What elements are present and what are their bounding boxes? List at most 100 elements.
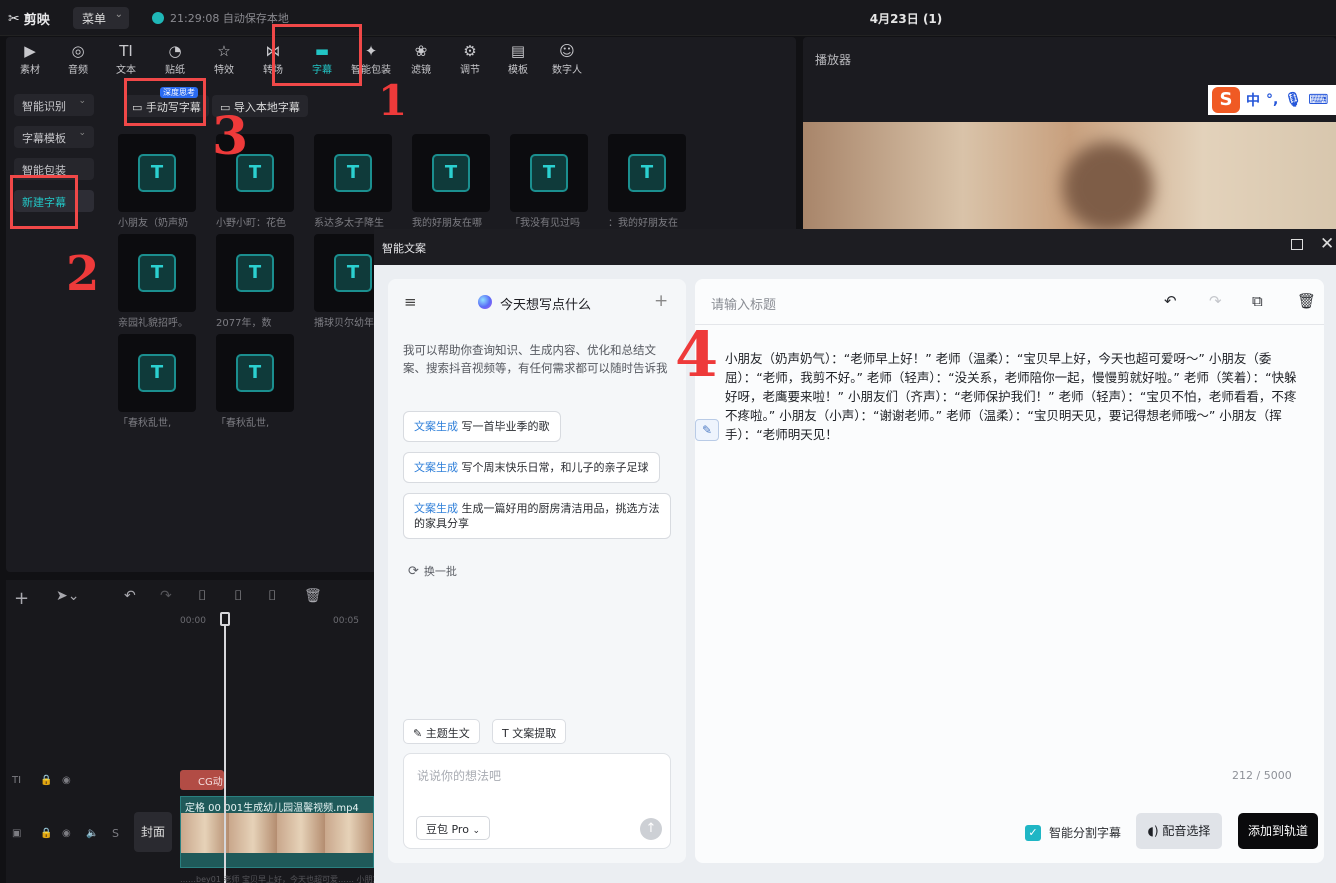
title-input[interactable]: 请输入标题 ↶ ↷ ⧉ 🗑 — [695, 279, 1324, 325]
copy-extract-button[interactable]: T 文案提取 — [492, 719, 567, 744]
subtitle-card[interactable]: T — [118, 334, 196, 412]
volume-icon[interactable]: 🔈 — [86, 828, 98, 839]
suggestion-chip[interactable]: 文案生成 写个周末快乐日常，和儿子的亲子足球 — [403, 452, 660, 483]
model-select[interactable]: 豆包 Pro ⌄ — [416, 816, 490, 840]
subtitle-card[interactable]: T — [118, 234, 196, 312]
sogou-logo-icon[interactable]: S — [1212, 87, 1240, 113]
subtitle-card[interactable]: T — [510, 134, 588, 212]
sticker-icon: ◔ — [168, 42, 182, 60]
playhead[interactable] — [220, 612, 230, 883]
ime-punct-toggle[interactable]: °, — [1266, 92, 1278, 108]
text-clip[interactable]: CG动 — [180, 770, 224, 790]
subtitle-card-caption: 亲园礼貌招呼。 — [118, 318, 188, 329]
tab-label: 贴纸 — [165, 65, 185, 76]
tab-audio[interactable]: ◎ 音频 — [56, 41, 100, 76]
subtitle-card[interactable]: T — [216, 234, 294, 312]
ime-mode-toggle[interactable]: 中 — [1246, 90, 1260, 110]
delete-icon[interactable]: 🗑 — [304, 588, 322, 604]
theme-generate-button[interactable]: ✎ 主题生文 — [403, 719, 480, 744]
copy-body-text[interactable]: 小朋友（奶声奶气）：“老师早上好！” 老师（温柔）：“宝贝早上好，今天也超可爱呀… — [725, 349, 1305, 444]
video-clip[interactable]: 定格 00 001生成幼儿园温馨视频.mp4 — [180, 796, 374, 868]
annotation-box-subtitle-tab — [272, 24, 362, 86]
playhead-handle[interactable] — [220, 612, 230, 626]
tab-sticker[interactable]: ◔ 贴纸 — [153, 41, 197, 76]
tab-digital-human[interactable]: ☺ 数字人 — [545, 41, 589, 76]
chat-input-box[interactable]: 说说你的想法吧 豆包 Pro ⌄ ↑ — [403, 753, 671, 849]
subtitle-card[interactable]: T — [412, 134, 490, 212]
char-counter: 212 / 5000 — [1232, 769, 1292, 782]
add-track-icon[interactable]: + — [14, 588, 29, 609]
tab-label: 素材 — [20, 65, 40, 76]
tab-adjust[interactable]: ⚙ 调节 — [448, 41, 492, 76]
copy-icon[interactable]: ⧉ — [1252, 292, 1263, 310]
add-to-track-button[interactable]: 添加到轨道 — [1238, 813, 1318, 849]
subtitle-card[interactable]: T — [314, 134, 392, 212]
tab-label: 调节 — [460, 65, 480, 76]
select-tool-icon[interactable]: ➤⌄ — [56, 588, 79, 604]
theme-generate-label: 主题生文 — [425, 727, 470, 740]
voice-icon: ◖) — [1147, 824, 1159, 838]
undo-icon[interactable]: ↶ — [1164, 292, 1177, 310]
refresh-suggestions-button[interactable]: ⟳ 换一批 — [408, 563, 457, 579]
checkbox-checked-icon[interactable]: ✓ — [1025, 824, 1041, 841]
track-s-label[interactable]: S — [112, 827, 119, 840]
voice-select-button[interactable]: ◖) 配音选择 — [1136, 813, 1222, 849]
new-chat-icon[interactable]: + — [654, 291, 668, 311]
maximize-icon[interactable] — [1291, 239, 1303, 250]
eye-icon[interactable]: ◉ — [62, 775, 71, 786]
text-t-icon: T — [432, 154, 470, 192]
refresh-icon: ⟳ — [408, 563, 419, 579]
sidenav-item[interactable]: 智能识别 ⌄ — [14, 94, 94, 116]
text-t-icon: T — [138, 354, 176, 392]
subtitle-card-caption: 「我没有见过吗 — [510, 218, 580, 229]
text-t-icon: T — [530, 154, 568, 192]
tab-effects[interactable]: ☆ 特效 — [202, 41, 246, 76]
annotation-number-4: 4 — [675, 318, 719, 391]
keyboard-icon[interactable]: ⌨ — [1308, 92, 1328, 108]
title-placeholder[interactable]: 请输入标题 — [711, 294, 776, 313]
trash-icon[interactable]: 🗑 — [1297, 292, 1316, 310]
ai-rewrite-icon[interactable]: ✎ — [695, 419, 719, 441]
ime-toolbar[interactable]: S 中 °, 🎙 ⌨ — [1208, 85, 1336, 115]
video-track-icon: ▣ — [12, 828, 22, 839]
suggestion-chip[interactable]: 文案生成 生成一篇好用的厨房清洁用品，挑选方法的家具分享 — [403, 493, 671, 539]
mic-icon[interactable]: 🎙 — [1284, 92, 1302, 108]
tab-label: 文本 — [116, 65, 136, 76]
timeline-ruler[interactable]: 00:00 00:05 — [180, 616, 359, 626]
split-icon[interactable]: ⌷ — [198, 588, 206, 604]
lock-icon[interactable]: 🔒 — [40, 775, 52, 786]
undo-icon[interactable]: ↶ — [124, 588, 136, 604]
menu-icon[interactable]: ≡ — [404, 293, 417, 311]
tab-media[interactable]: ▶ 素材 — [8, 41, 52, 76]
text-t-icon: T — [334, 154, 372, 192]
annotation-number-2: 2 — [66, 246, 100, 302]
cover-button[interactable]: 封面 — [134, 812, 172, 852]
send-icon[interactable]: ↑ — [640, 818, 662, 840]
text-track-icon: TI — [12, 775, 22, 786]
smart-split-checkbox[interactable]: ✓ 智能分割字幕 — [1025, 824, 1121, 841]
suggestion-chip[interactable]: 文案生成 写一首毕业季的歌 — [403, 411, 561, 442]
subtitle-card[interactable]: T — [608, 134, 686, 212]
adjust-icon: ⚙ — [463, 42, 477, 60]
subtitle-card-caption: 「春秋乱世, — [118, 418, 172, 429]
subtitle-card[interactable]: T — [216, 334, 294, 412]
eye-icon[interactable]: ◉ — [62, 828, 71, 839]
chevron-down-icon: ⌄ — [78, 96, 86, 106]
subtitle-card-caption: 2077年，数 — [216, 318, 272, 329]
text-t-icon: T — [502, 727, 509, 740]
split-left-icon[interactable]: ⌷ — [234, 588, 242, 604]
text-t-icon: T — [138, 154, 176, 192]
redo-icon[interactable]: ↷ — [160, 588, 172, 604]
split-right-icon[interactable]: ⌷ — [268, 588, 276, 604]
sidenav-item[interactable]: 字幕模板 ⌄ — [14, 126, 94, 148]
tab-text[interactable]: TI 文本 — [104, 41, 148, 76]
chat-title: 今天想写点什么 — [500, 298, 592, 313]
tab-template[interactable]: ▤ 模板 — [496, 41, 540, 76]
subtitle-card[interactable]: T — [118, 134, 196, 212]
lock-icon[interactable]: 🔒 — [40, 828, 52, 839]
tab-filter[interactable]: ❀ 滤镜 — [399, 41, 443, 76]
redo-icon[interactable]: ↷ — [1209, 292, 1222, 310]
subtitle-card-caption: ：我的好朋友在 — [608, 218, 678, 229]
close-icon[interactable]: ✕ — [1320, 235, 1334, 253]
chat-input-placeholder[interactable]: 说说你的想法吧 — [417, 767, 501, 784]
